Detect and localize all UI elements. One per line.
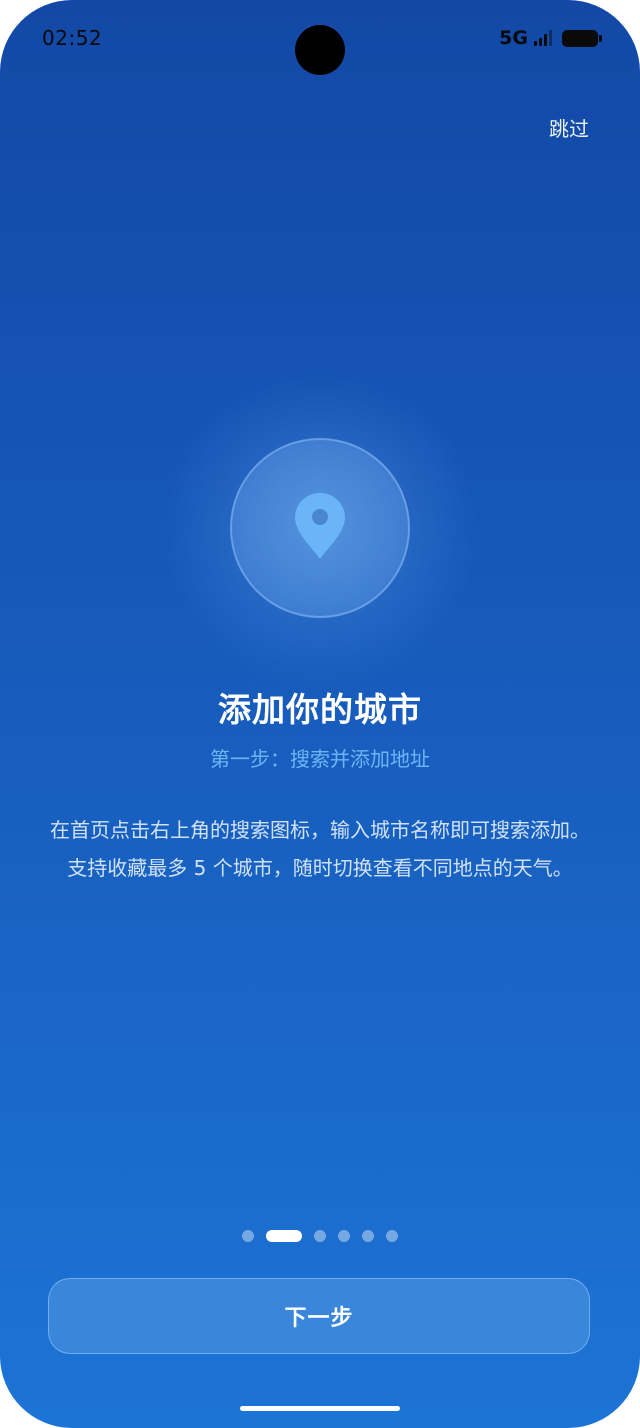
home-indicator[interactable] [240,1406,400,1411]
status-time: 02:52 [42,26,103,50]
status-indicators: 5G [499,27,602,49]
phone-screen: 02:52 5G 跳过 添加你的城市 第一步：搜索并添加地址 在首页点击右上角的… [0,0,640,1428]
next-button[interactable]: 下一步 [48,1278,590,1354]
next-button-label: 下一步 [284,1306,354,1331]
signal-icon [534,30,552,46]
page-dot[interactable] [362,1230,374,1242]
page-dot-active[interactable] [266,1230,302,1242]
page-dot[interactable] [386,1230,398,1242]
icon-circle [230,438,410,618]
page-dot[interactable] [242,1230,254,1242]
network-type: 5G [499,27,528,49]
front-camera [295,25,345,75]
page-dot[interactable] [338,1230,350,1242]
location-pin-icon [295,493,345,559]
page-indicator [0,1230,640,1242]
battery-icon [562,29,602,47]
skip-button[interactable]: 跳过 [549,113,589,142]
description-text: 在首页点击右上角的搜索图标，输入城市名称即可搜索添加。支持收藏最多 5 个城市，… [50,818,590,880]
step-subtitle: 第一步：搜索并添加地址 [210,747,430,771]
page-title: 添加你的城市 [218,690,422,729]
page-dot[interactable] [314,1230,326,1242]
